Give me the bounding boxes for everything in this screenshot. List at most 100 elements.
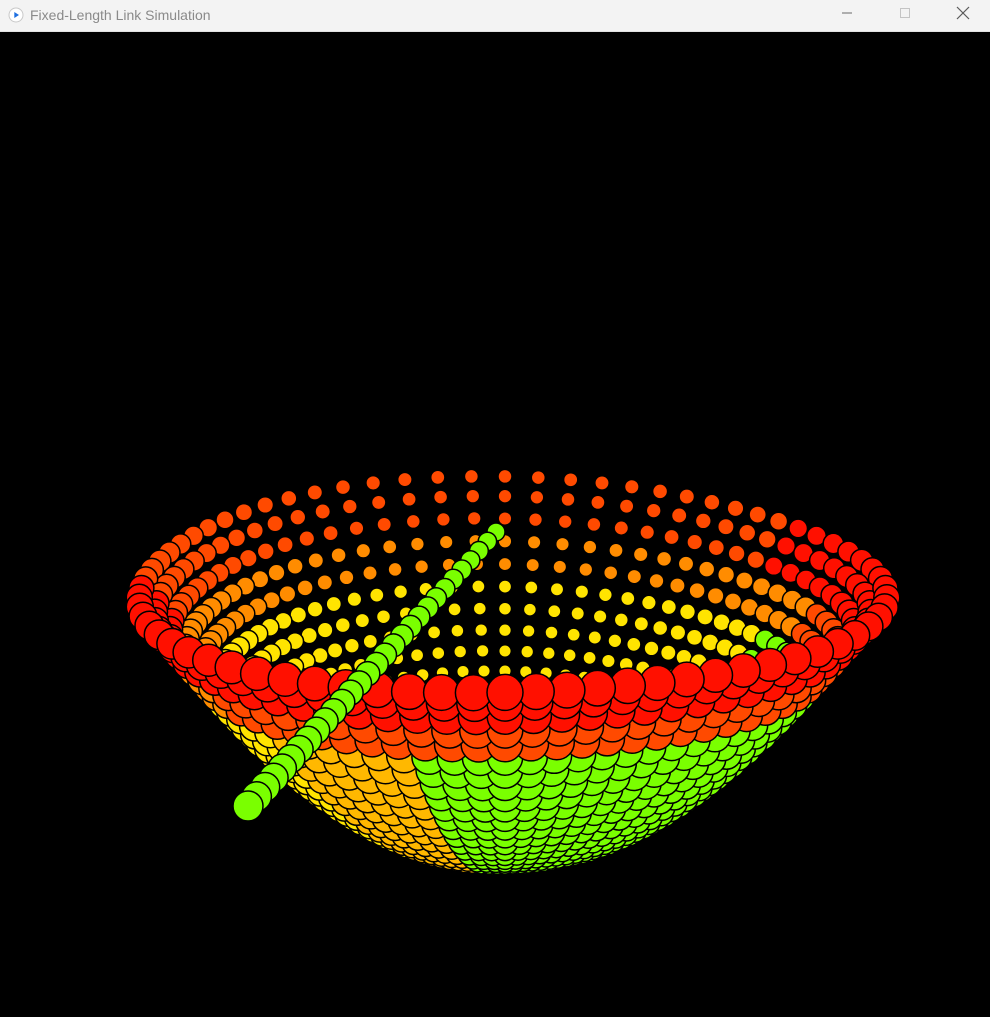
link-node (639, 524, 656, 541)
maximize-icon (899, 6, 911, 24)
link-node (757, 529, 777, 549)
link-node (409, 536, 426, 552)
link-node (435, 511, 452, 528)
link-node (232, 790, 264, 822)
link-node (330, 546, 347, 564)
link-node (465, 488, 481, 504)
close-button[interactable] (934, 0, 990, 30)
link-node (544, 625, 559, 640)
link-node (703, 493, 721, 511)
link-node (376, 516, 393, 533)
link-node (286, 557, 304, 576)
link-node (578, 561, 594, 578)
link-node (529, 489, 545, 505)
link-node (582, 539, 598, 555)
link-node (655, 550, 673, 568)
minimize-icon (841, 6, 853, 24)
link-node (326, 641, 344, 659)
link-node (316, 621, 334, 639)
link-node (613, 520, 630, 536)
link-node (590, 494, 606, 511)
link-node (438, 534, 454, 550)
link-node (368, 587, 385, 603)
link-node (788, 518, 809, 539)
link-node (401, 491, 417, 508)
link-node (392, 584, 409, 600)
app-icon (8, 7, 24, 23)
link-node (706, 586, 725, 605)
link-node (549, 581, 565, 597)
link-node (453, 644, 468, 659)
link-node (370, 494, 387, 511)
link-node (688, 581, 706, 600)
link-node (541, 646, 556, 661)
link-node (413, 559, 430, 575)
link-node (763, 556, 784, 577)
link-node (348, 520, 365, 537)
link-node (633, 615, 650, 632)
link-node (298, 530, 316, 548)
link-node (586, 516, 602, 533)
link-node (426, 625, 442, 640)
link-node (497, 468, 513, 485)
link-node (727, 544, 746, 563)
link-node (381, 539, 398, 555)
link-node (726, 499, 745, 518)
link-node (775, 535, 797, 557)
link-node (447, 602, 462, 617)
simulation-canvas[interactable] (0, 32, 990, 1017)
link-node (362, 633, 379, 650)
link-node (570, 606, 586, 621)
link-node (431, 645, 446, 661)
link-node (619, 590, 636, 607)
window-title: Fixed-Length Link Simulation (30, 7, 211, 23)
link-node (432, 489, 449, 505)
link-node (734, 571, 754, 591)
link-node (343, 637, 361, 654)
link-node (267, 661, 303, 697)
link-node (256, 542, 275, 561)
link-node (597, 587, 614, 603)
link-node (554, 536, 571, 552)
link-node (475, 643, 490, 659)
link-node (643, 640, 660, 657)
link-node (723, 592, 743, 611)
link-node (355, 542, 372, 559)
link-node (450, 623, 465, 639)
link-node (314, 503, 332, 520)
link-node (618, 498, 635, 515)
link-node (346, 591, 363, 608)
link-node (737, 523, 757, 543)
link-node (746, 550, 766, 570)
maximize-button[interactable] (876, 0, 934, 30)
link-node (678, 603, 697, 621)
link-node (497, 643, 513, 659)
link-node (640, 594, 657, 611)
link-node (497, 623, 513, 638)
link-node (592, 608, 608, 625)
link-node (574, 584, 590, 600)
link-node (422, 673, 461, 712)
link-node (472, 601, 488, 616)
link-mesh-render (125, 468, 901, 876)
link-node (697, 560, 716, 578)
close-icon (956, 6, 970, 25)
link-node (307, 552, 325, 569)
link-node (607, 633, 623, 649)
link-node (497, 601, 513, 616)
link-node (660, 598, 678, 616)
minimize-button[interactable] (818, 0, 876, 30)
link-node (486, 673, 524, 712)
link-node (530, 469, 547, 486)
link-node (289, 605, 308, 624)
link-node (429, 469, 446, 486)
link-node (560, 491, 576, 508)
link-node (608, 542, 624, 559)
link-node (245, 521, 265, 540)
link-node (276, 535, 294, 554)
link-node (669, 623, 687, 642)
link-node (497, 556, 513, 572)
link-node (409, 647, 425, 663)
link-node (659, 644, 677, 662)
link-node (234, 502, 254, 522)
